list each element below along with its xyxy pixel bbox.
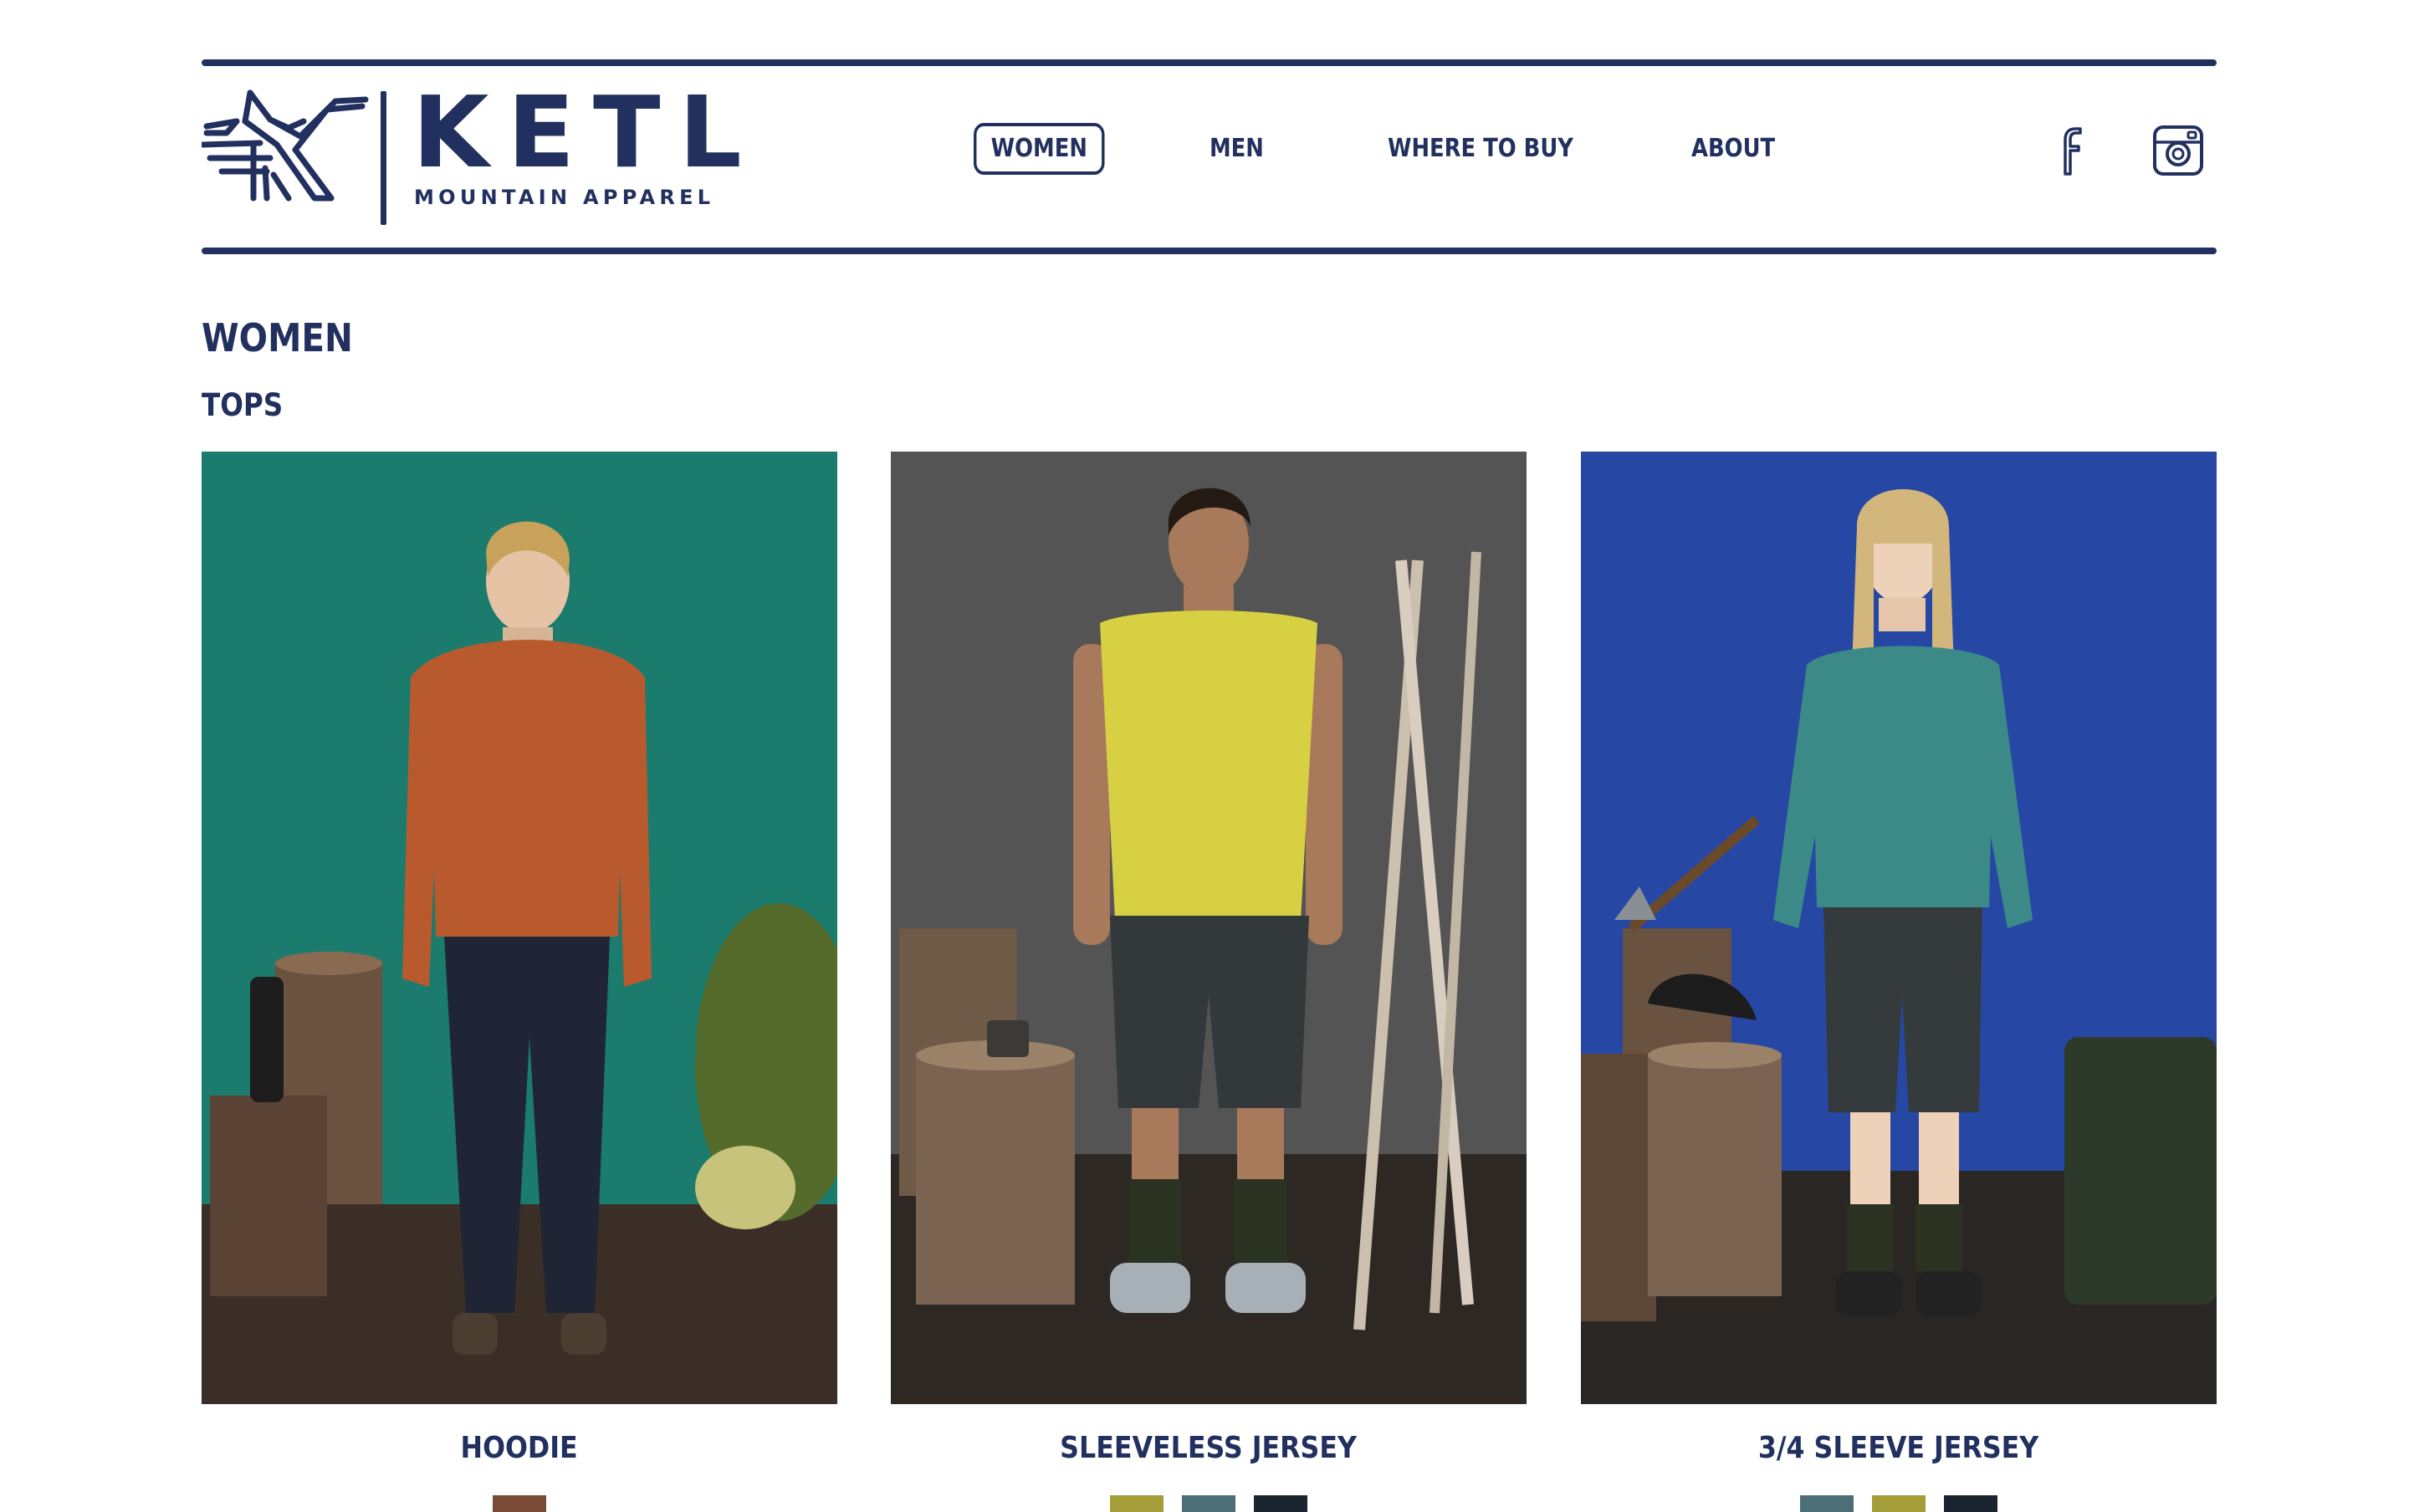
swatch-teal[interactable] [1800,1495,1854,1512]
page-title: WOMEN [202,315,353,360]
instagram-link[interactable] [2151,124,2205,181]
nav-women[interactable]: WOMEN [974,123,1105,175]
product-photo[interactable] [202,452,837,1404]
product-photo[interactable] [891,452,1527,1404]
header-top-rule [202,59,2217,66]
nav-men[interactable]: MEN [1210,124,1264,174]
color-swatches [1581,1495,2217,1512]
instagram-icon [2153,125,2203,176]
product-card-three-quarter-sleeve-jersey[interactable]: 3/4 SLEEVE JERSEY [1581,452,2217,1512]
facebook-link[interactable] [2052,124,2089,181]
product-name[interactable]: HOODIE [202,1428,837,1469]
page: KETL MOUNTAIN APPAREL WOMEN MEN WHERE TO… [0,0,2409,1512]
product-card-hoodie[interactable]: HOODIE [202,452,837,1512]
swatch-citron[interactable] [1872,1495,1926,1512]
product-card-sleeveless-jersey[interactable]: SLEEVELESS JERSEY [891,452,1527,1512]
swatch-citron[interactable] [1110,1495,1164,1512]
color-swatches [202,1495,837,1512]
swatch-teal[interactable] [1182,1495,1235,1512]
main-nav: WOMEN MEN WHERE TO BUY ABOUT [0,123,2409,177]
swatch-rust[interactable] [493,1495,546,1512]
nav-where-to-buy[interactable]: WHERE TO BUY [1388,124,1573,174]
product-name[interactable]: 3/4 SLEEVE JERSEY [1581,1428,2217,1469]
facebook-icon [2064,127,2082,176]
nav-about[interactable]: ABOUT [1691,124,1775,174]
product-photo[interactable] [1581,452,2217,1404]
color-swatches [891,1495,1527,1512]
product-name[interactable]: SLEEVELESS JERSEY [891,1428,1527,1469]
header-bottom-rule [202,248,2217,254]
swatch-navy[interactable] [1254,1495,1307,1512]
brand-tagline: MOUNTAIN APPAREL [414,186,715,209]
category-title: TOPS [202,387,284,423]
swatch-navy[interactable] [1944,1495,1997,1512]
